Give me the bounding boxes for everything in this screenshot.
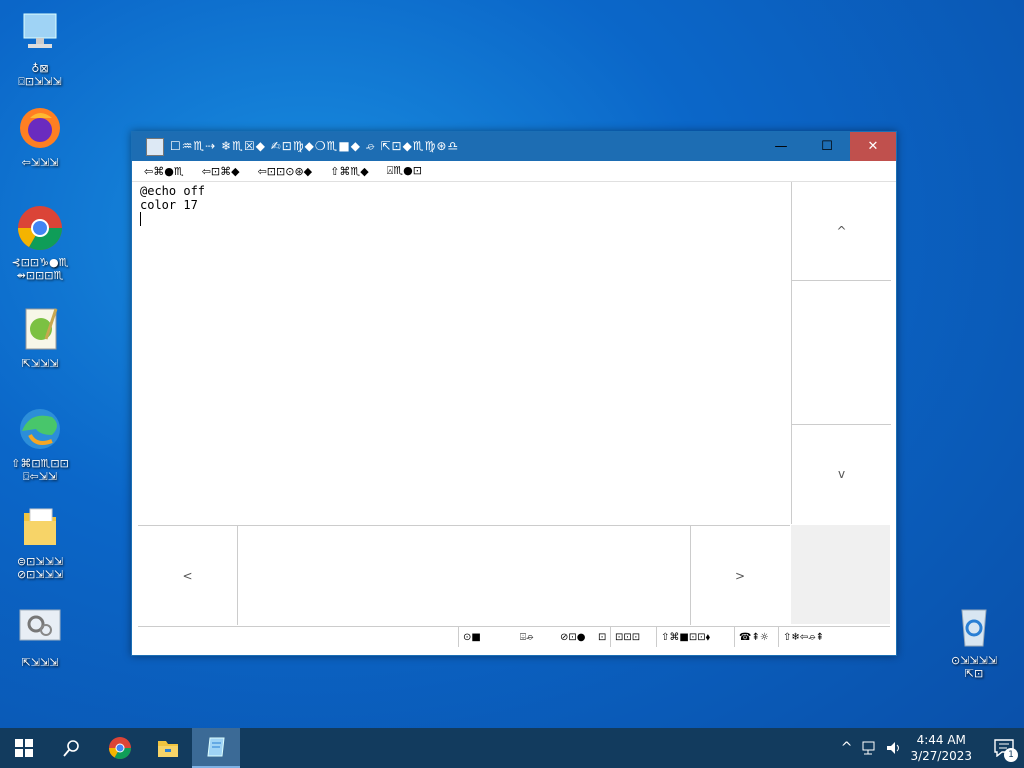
taskbar: ^ 4:44 AM 3/27/2023 1 — [0, 728, 1024, 768]
clock-date: 3/27/2023 — [910, 749, 972, 763]
taskbar-notepad[interactable] — [192, 728, 240, 768]
status-bar: ⊙■ ⌹⌮ ⊘⊡● ⊡ ⊡⊡⊡ ⇧⌘■⊡⊡⬧ ☎⇞☼ ⇧❄⇦⌮⇞ — [138, 626, 890, 647]
window-title: ☐♒♏⇢ ❄♏☒◆ ✍⊡♍◆❍♏■◆ ⌮ ⇱⊡◆♏♍⊛♎ — [170, 139, 460, 153]
desktop-icon-folder[interactable]: ⊜⊡⇲⇲⇲ ⊘⊡⇲⇲⇲ — [0, 503, 80, 581]
scroll-thumb-vertical[interactable] — [792, 281, 891, 425]
edge-icon — [16, 405, 64, 453]
desktop-icon-label: ⊰⊡⊡♑●♏ ⇴⊡⊡⊡♏ — [11, 256, 69, 282]
desktop-icon-label: ⇱⇲⇲⇲ — [21, 656, 59, 669]
scrollbar-corner — [791, 525, 890, 624]
search-button[interactable] — [48, 728, 96, 768]
status-cell: ⌹⌮ — [520, 631, 534, 643]
system-tray: ^ 4:44 AM 3/27/2023 1 — [841, 728, 1024, 768]
status-cell: ⇧❄⇦⌮⇞ — [778, 627, 891, 647]
recycle-bin-icon — [950, 602, 998, 650]
taskbar-file-explorer[interactable] — [144, 728, 192, 768]
status-cell: ⊡⊡⊡ — [610, 627, 655, 647]
menu-help[interactable]: ⍓♏●⊡ — [387, 164, 422, 178]
start-button[interactable] — [0, 728, 48, 768]
desktop-icon-label: ⇦⇲⇲⇲ — [21, 156, 59, 169]
folder-icon — [16, 503, 64, 551]
menu-view[interactable]: ⇧⌘♏◆ — [330, 165, 369, 178]
status-cell: ⇧⌘■⊡⊡⬧ — [656, 627, 739, 647]
windows-logo-icon — [15, 739, 33, 757]
chrome-icon — [16, 204, 64, 252]
scroll-up-button[interactable]: ^ — [792, 182, 891, 281]
chevron-up-icon[interactable]: ^ — [841, 740, 853, 756]
network-icon[interactable] — [862, 741, 878, 755]
text-editor[interactable]: @echo off color 17 — [138, 182, 792, 526]
text-caret — [140, 212, 141, 226]
clock-time: 4:44 AM — [916, 733, 966, 747]
scroll-down-button[interactable]: v — [792, 425, 891, 523]
vertical-scrollbar[interactable]: ^ v — [791, 182, 891, 524]
text-line: @echo off — [140, 184, 206, 198]
desktop-icon-label: ⇱⇲⇲⇲ — [21, 357, 59, 370]
desktop-icon-label: ⊜⊡⇲⇲⇲ ⊘⊡⇲⇲⇲ — [16, 555, 64, 581]
desktop-icon-label: ⇧⌘⊡♏⊡⊡ ⌼⇦⇲⇲ — [11, 457, 69, 483]
horizontal-scrollbar[interactable]: < > — [138, 525, 790, 625]
folder-icon — [158, 741, 178, 757]
text-line: color 17 — [140, 198, 198, 212]
firefox-icon — [16, 104, 64, 152]
menu-edit[interactable]: ⇦⊡⌘◆ — [202, 165, 240, 178]
chrome-icon — [109, 737, 131, 759]
status-cell: ☎⇞☼ — [734, 627, 775, 647]
desktop-icon-notepadpp[interactable]: ⇱⇲⇲⇲ — [0, 305, 80, 370]
taskbar-chrome[interactable] — [96, 728, 144, 768]
notification-button[interactable]: 1 — [984, 728, 1024, 768]
maximize-button[interactable]: ☐ — [804, 132, 850, 161]
desktop-icon-chrome[interactable]: ⊰⊡⊡♑●♏ ⇴⊡⊡⊡♏ — [0, 204, 80, 282]
computer-icon — [16, 10, 64, 58]
scroll-right-button[interactable]: > — [691, 526, 789, 625]
status-cell: ⊙■ — [458, 627, 513, 647]
minimize-button[interactable]: — — [758, 132, 804, 161]
desktop-icon-computer[interactable]: ♁⊠ ⌼⊡⇲⇲⇲ — [0, 10, 80, 88]
clock[interactable]: 4:44 AM 3/27/2023 — [910, 732, 972, 764]
notepad-icon — [207, 737, 225, 757]
settings-icon — [16, 604, 64, 652]
menu-file[interactable]: ⇦⌘●♏ — [144, 165, 184, 178]
notification-badge: 1 — [1004, 748, 1018, 762]
close-button[interactable]: ✕ — [850, 132, 896, 161]
volume-icon[interactable] — [886, 741, 902, 755]
menu-bar: ⇦⌘●♏ ⇦⊡⌘◆ ⇦⊡⊡⊙⊛◆ ⇧⌘♏◆ ⍓♏●⊡ — [132, 161, 896, 182]
notepad-window: ☐♒♏⇢ ❄♏☒◆ ✍⊡♍◆❍♏■◆ ⌮ ⇱⊡◆♏♍⊛♎ — ☐ ✕ ⇦⌘●♏ … — [131, 131, 897, 656]
menu-format[interactable]: ⇦⊡⊡⊙⊛◆ — [258, 165, 313, 178]
notepadpp-icon — [16, 305, 64, 353]
notepad-icon — [146, 137, 164, 156]
desktop-icon-recycle-bin[interactable]: ⊙⇲⇲⇲⇲ ⇱⊡ — [934, 602, 1014, 680]
title-bar[interactable]: ☐♒♏⇢ ❄♏☒◆ ✍⊡♍◆❍♏■◆ ⌮ ⇱⊡◆♏♍⊛♎ — ☐ ✕ — [132, 132, 896, 161]
desktop-icon-firefox[interactable]: ⇦⇲⇲⇲ — [0, 104, 80, 169]
scroll-thumb-horizontal[interactable] — [238, 526, 691, 625]
status-cell: ⊡ — [598, 631, 607, 643]
desktop-icon-label: ♁⊠ ⌼⊡⇲⇲⇲ — [18, 62, 62, 88]
desktop-icon-edge[interactable]: ⇧⌘⊡♏⊡⊡ ⌼⇦⇲⇲ — [0, 405, 80, 483]
search-icon — [63, 740, 79, 757]
scroll-left-button[interactable]: < — [138, 526, 238, 625]
desktop-icon-settings[interactable]: ⇱⇲⇲⇲ — [0, 604, 80, 669]
desktop-icon-label: ⊙⇲⇲⇲⇲ ⇱⊡ — [950, 654, 998, 680]
